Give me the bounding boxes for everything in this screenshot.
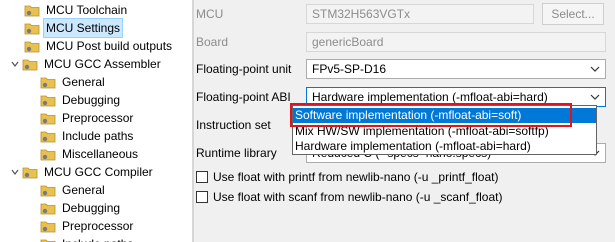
board-field: genericBoard bbox=[306, 32, 606, 52]
mcu-field: STM32H563VGTx bbox=[306, 4, 534, 24]
abi-option-softfp[interactable]: Mix HW/SW implementation (-mfloat-abi=so… bbox=[293, 124, 596, 139]
folder-gear-icon bbox=[40, 203, 56, 215]
tree-item-label: Preprocessor bbox=[62, 219, 134, 233]
tree-item-assembler-include-paths[interactable]: Include paths bbox=[40, 127, 136, 145]
folder-gear-icon bbox=[40, 185, 56, 197]
folder-gear-icon bbox=[40, 113, 56, 125]
folder-gear-icon bbox=[40, 239, 56, 242]
chevron-down-icon[interactable] bbox=[10, 167, 20, 177]
tree-item-label: Preprocessor bbox=[62, 111, 134, 125]
tree-item-label: Miscellaneous bbox=[62, 147, 139, 161]
chevron-down-icon bbox=[590, 66, 600, 72]
printf-float-option[interactable]: Use float with printf from newlib-nano (… bbox=[196, 168, 498, 186]
tree-item-label: MCU Settings bbox=[43, 18, 124, 38]
chevron-down-icon bbox=[590, 94, 600, 100]
tree-item-label: MCU GCC Assembler bbox=[44, 57, 161, 71]
scanf-float-label: Use float with scanf from newlib-nano (-… bbox=[213, 190, 503, 204]
abi-option-soft[interactable]: Software implementation (-mfloat-abi=sof… bbox=[293, 108, 596, 123]
tree-item-label: General bbox=[62, 75, 105, 89]
tree-item-assembler-debugging[interactable]: Debugging bbox=[40, 91, 123, 109]
folder-gear-icon bbox=[40, 77, 56, 89]
tree-item-label: Include paths bbox=[62, 129, 134, 143]
tree-item-mcu-toolchain[interactable]: MCU Toolchain bbox=[24, 1, 130, 19]
tree-item-assembler-miscellaneous[interactable]: Miscellaneous bbox=[40, 145, 141, 163]
tree-item-label: MCU Post build outputs bbox=[46, 39, 173, 53]
folder-gear-icon bbox=[22, 167, 38, 179]
instruction-set-label: Instruction set bbox=[196, 118, 271, 132]
runtime-library-label: Runtime library bbox=[196, 146, 277, 160]
settings-tree: MCU Toolchain MCU Settings MCU Post buil… bbox=[0, 0, 192, 242]
abi-select-value: Hardware implementation (-mfloat-abi=har… bbox=[312, 90, 548, 104]
scanf-float-option[interactable]: Use float with scanf from newlib-nano (-… bbox=[196, 188, 502, 206]
tree-item-assembler-general[interactable]: General bbox=[40, 73, 108, 91]
abi-dropdown-list: Software implementation (-mfloat-abi=sof… bbox=[292, 105, 597, 155]
tree-item-compiler-debugging[interactable]: Debugging bbox=[40, 199, 123, 217]
tree-item-label: MCU Toolchain bbox=[46, 3, 128, 17]
folder-gear-icon bbox=[24, 23, 40, 35]
folder-gear-icon bbox=[40, 149, 56, 161]
tree-item-label: Debugging bbox=[62, 93, 121, 107]
tree-item-compiler-general[interactable]: General bbox=[40, 181, 108, 199]
folder-gear-icon bbox=[24, 41, 40, 53]
abi-option-hard[interactable]: Hardware implementation (-mfloat-abi=har… bbox=[293, 139, 596, 154]
tree-item-mcu-post-build-outputs[interactable]: MCU Post build outputs bbox=[24, 37, 175, 55]
printf-float-checkbox[interactable] bbox=[196, 171, 208, 183]
tree-item-compiler-preprocessor[interactable]: Preprocessor bbox=[40, 217, 136, 235]
abi-label: Floating-point ABI bbox=[196, 90, 291, 104]
select-mcu-button: Select... bbox=[542, 3, 604, 25]
scanf-float-checkbox[interactable] bbox=[196, 191, 208, 203]
tree-item-mcu-gcc-compiler[interactable]: MCU GCC Compiler bbox=[10, 163, 156, 181]
folder-gear-icon bbox=[40, 131, 56, 143]
tree-item-assembler-preprocessor[interactable]: Preprocessor bbox=[40, 109, 136, 127]
tree-item-label: General bbox=[62, 183, 105, 197]
fpu-select-value: FPv5-SP-D16 bbox=[312, 62, 387, 76]
board-label: Board bbox=[196, 35, 229, 49]
tree-item-label: Debugging bbox=[62, 201, 121, 215]
folder-gear-icon bbox=[40, 221, 56, 233]
tree-item-compiler-include-paths[interactable]: Include paths bbox=[40, 235, 136, 242]
mcu-label: MCU bbox=[196, 7, 224, 21]
chevron-down-icon[interactable] bbox=[10, 59, 20, 69]
tree-item-mcu-settings[interactable]: MCU Settings bbox=[24, 18, 124, 38]
abi-select[interactable]: Hardware implementation (-mfloat-abi=har… bbox=[306, 87, 606, 107]
tree-item-label: Include paths bbox=[59, 234, 136, 242]
folder-gear-icon bbox=[24, 5, 40, 17]
tree-item-label: MCU GCC Compiler bbox=[44, 165, 153, 179]
fpu-label: Floating-point unit bbox=[196, 62, 292, 76]
folder-gear-icon bbox=[22, 59, 38, 71]
folder-gear-icon bbox=[40, 95, 56, 107]
printf-float-label: Use float with printf from newlib-nano (… bbox=[213, 170, 499, 184]
fpu-select[interactable]: FPv5-SP-D16 bbox=[306, 59, 606, 79]
tree-item-mcu-gcc-assembler[interactable]: MCU GCC Assembler bbox=[10, 55, 164, 73]
